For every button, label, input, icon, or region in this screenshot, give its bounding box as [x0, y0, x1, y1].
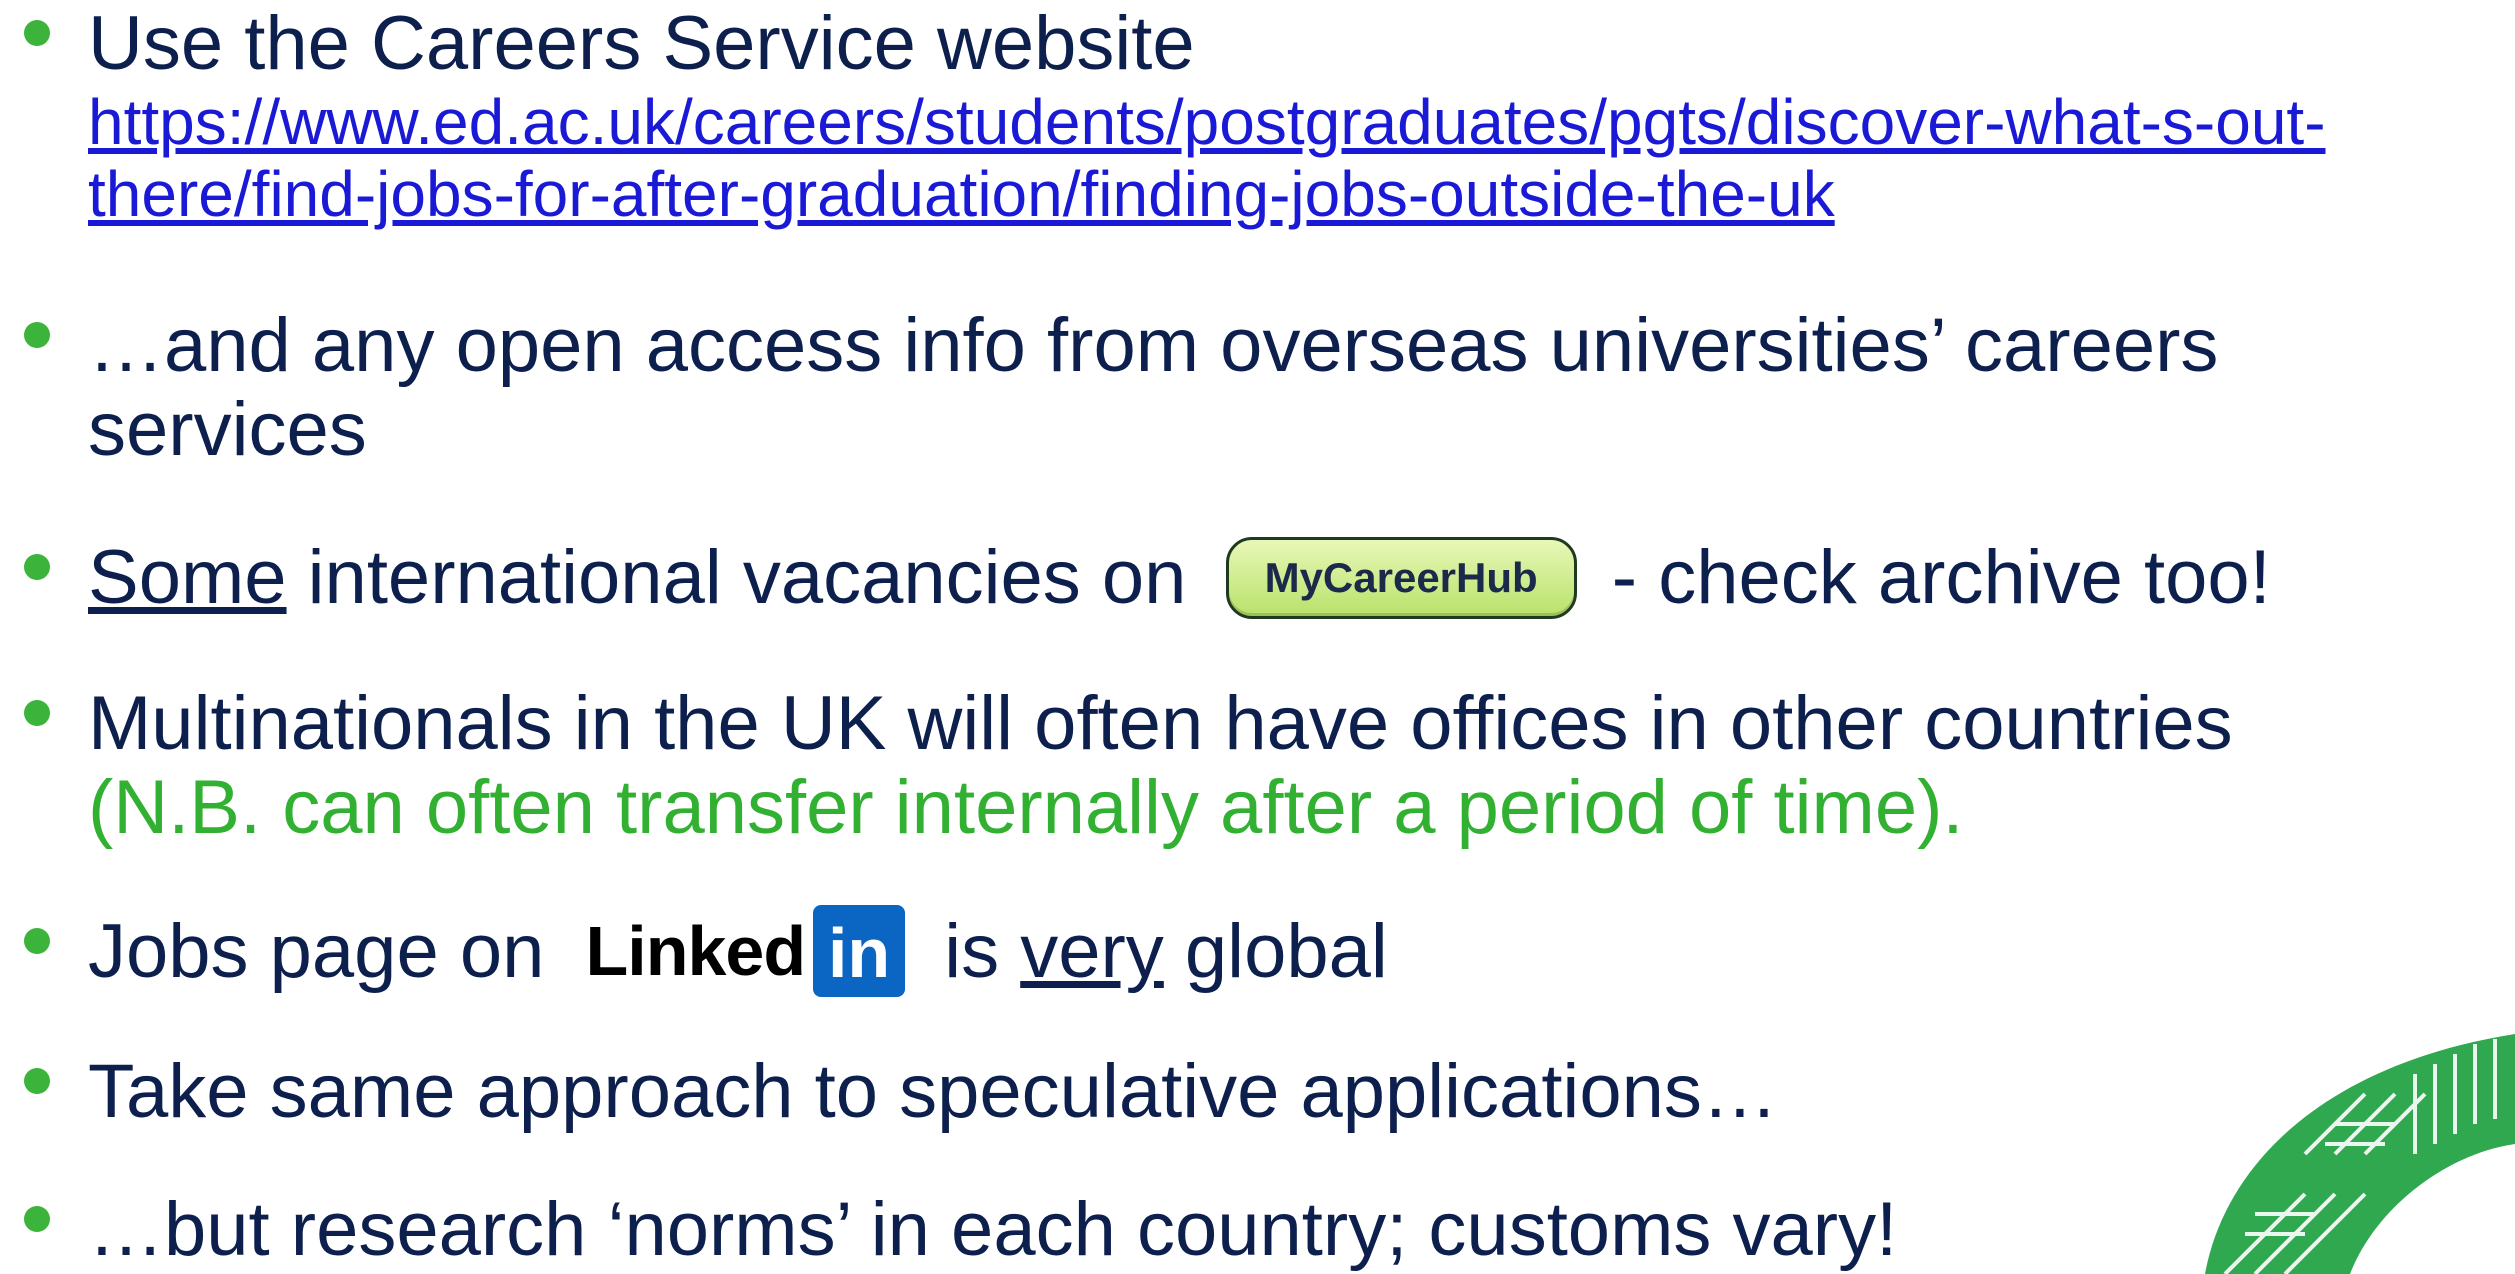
mycareerhub-button[interactable]: MyCareerHub — [1225, 536, 1577, 619]
bullet-text: international vacancies on — [286, 535, 1208, 620]
linkedin-logo[interactable]: Linked in — [585, 904, 906, 997]
bullet-note: (N.B. can often transfer internally afte… — [88, 765, 1964, 850]
bullet-text: Multinationals in the UK will often have… — [88, 681, 2233, 766]
bullet-text: Use the Careers Service website — [88, 1, 1195, 86]
bullet-text: …but research ‘norms’ in each country; c… — [88, 1187, 1898, 1272]
bullet-text: - check archive too! — [1590, 535, 2271, 620]
careers-service-link[interactable]: https://www.ed.ac.uk/careers/students/po… — [88, 86, 2455, 230]
bullet-dot — [24, 700, 50, 726]
bullet-linkedin: Jobs page on Linked in is very global — [24, 904, 2455, 997]
bullet-text: Take same approach to speculative applic… — [88, 1049, 1778, 1134]
bullet-text: …and any open access info from overseas … — [88, 303, 2219, 472]
bullet-dot — [24, 1206, 50, 1232]
bullet-speculative: Take same approach to speculative applic… — [24, 1049, 2455, 1134]
linkedin-icon: in — [813, 904, 906, 997]
bullet-dot — [24, 554, 50, 580]
bullet-text: is — [923, 909, 1021, 994]
linkedin-logo-word: Linked — [585, 911, 807, 990]
bullet-research-norms: …but research ‘norms’ in each country; c… — [24, 1187, 2455, 1272]
emphasis-very: very — [1020, 909, 1164, 994]
bullet-text: Jobs page on — [88, 909, 566, 994]
bullet-overseas-universities: …and any open access info from overseas … — [24, 303, 2455, 472]
bullet-dot — [24, 1068, 50, 1094]
decorative-swirl-icon — [2205, 1034, 2515, 1274]
slide: Use the Careers Service website https://… — [0, 0, 2515, 1274]
bullet-multinationals: Multinationals in the UK will often have… — [24, 681, 2455, 850]
bullet-text: global — [1163, 909, 1388, 994]
emphasis-some: Some — [88, 535, 287, 620]
bullet-dot — [24, 20, 50, 46]
bullet-dot — [24, 928, 50, 954]
bullet-dot — [24, 322, 50, 348]
bullet-mycareerhub: Some international vacancies on MyCareer… — [24, 535, 2455, 620]
bullet-careers-website: Use the Careers Service website https://… — [24, 1, 2455, 230]
